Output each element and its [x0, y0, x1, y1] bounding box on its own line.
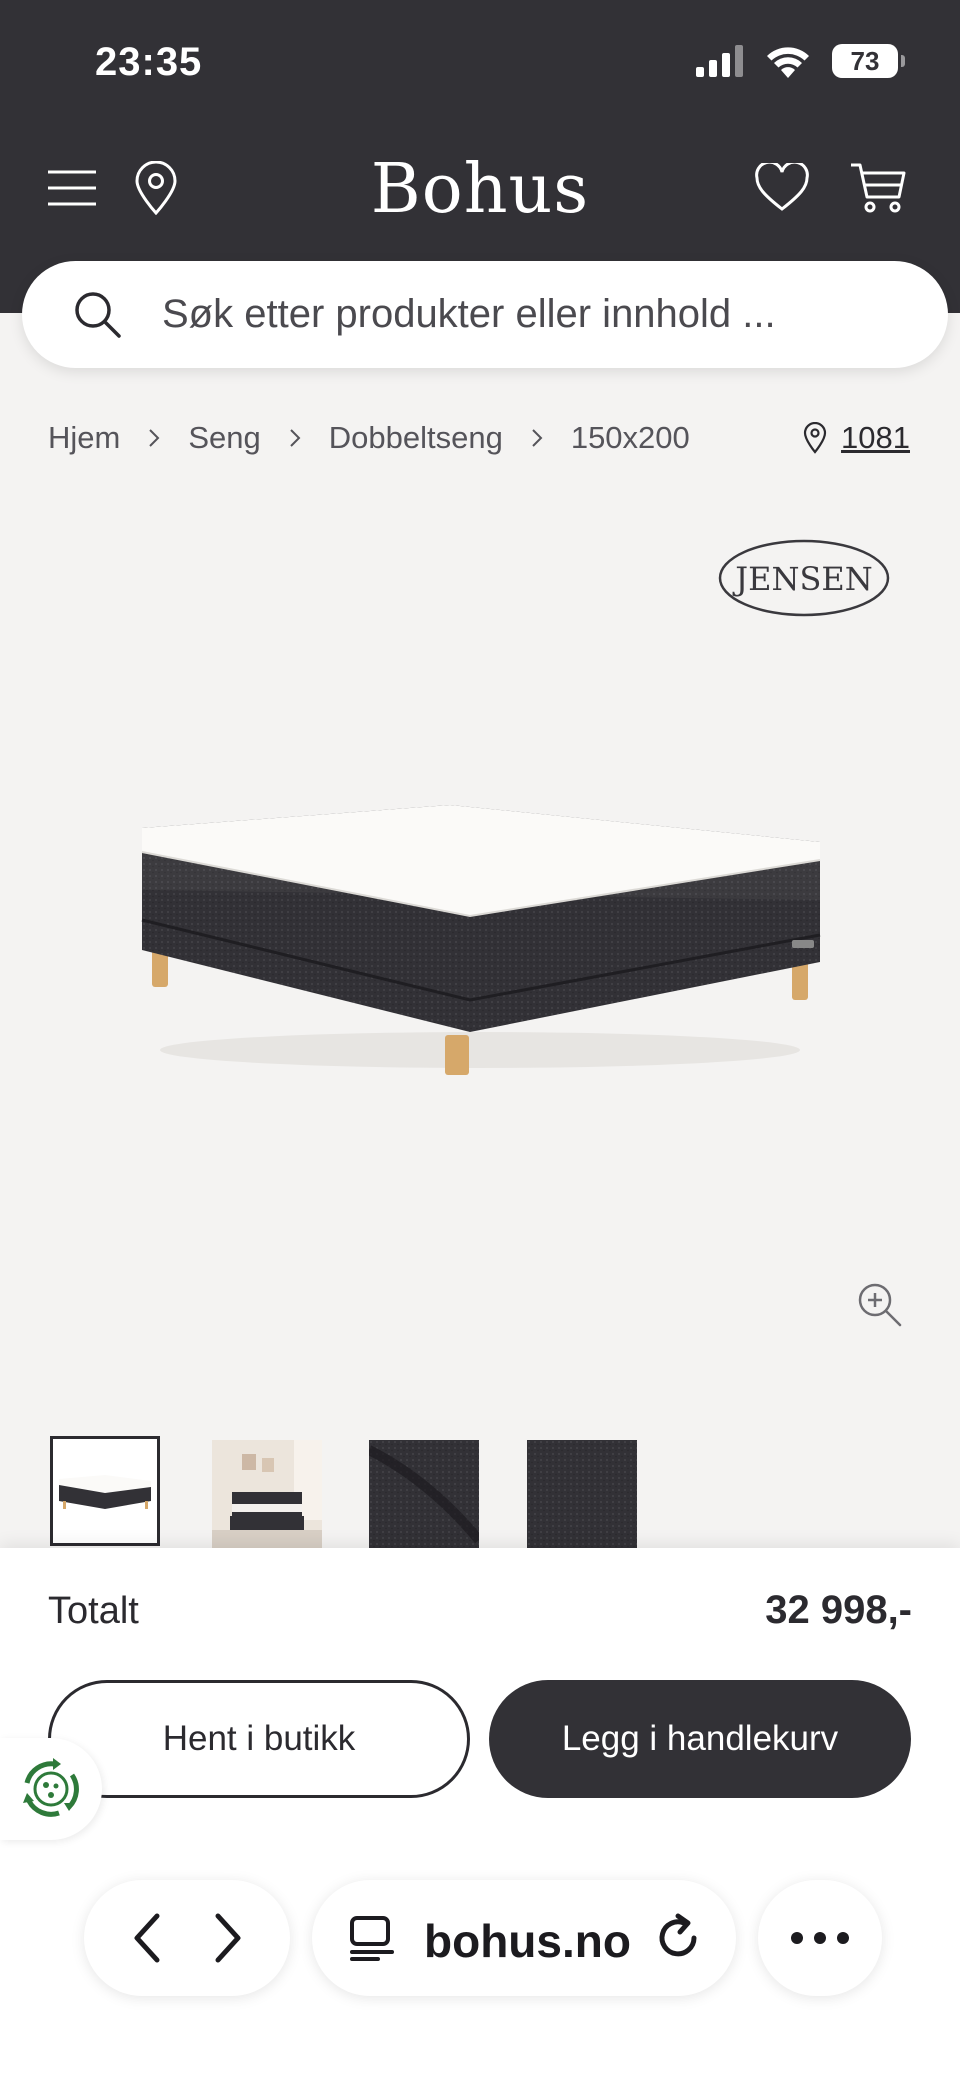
cellular-signal-icon: [696, 45, 743, 77]
breadcrumb-item-size[interactable]: 150x200: [571, 420, 690, 456]
breadcrumb-item-dobbeltseng[interactable]: Dobbeltseng: [329, 420, 503, 456]
thumbnail-2[interactable]: [212, 1440, 322, 1550]
browser-toolbar: bohus.no: [0, 1848, 960, 2078]
recycle-eco-icon: [23, 1758, 79, 1817]
store-number[interactable]: 1081: [841, 420, 910, 456]
search-input[interactable]: [162, 283, 908, 345]
search-icon: [75, 292, 121, 338]
thumbnail-4[interactable]: [527, 1440, 637, 1550]
chevron-right-icon: [147, 427, 161, 449]
wifi-icon: [767, 47, 809, 78]
bohus-logo[interactable]: Bohus: [0, 150, 960, 229]
reload-icon[interactable]: [654, 1912, 704, 1964]
address-bar[interactable]: bohus.no: [312, 1880, 736, 1996]
store-selector[interactable]: 1081: [803, 420, 910, 456]
more-options-button[interactable]: [758, 1880, 882, 1996]
total-label: Totalt: [48, 1590, 139, 1632]
battery-indicator: 73: [832, 44, 905, 78]
status-icons: 73: [696, 44, 905, 78]
brand-name: JENSEN: [732, 560, 872, 598]
thumbnail-1[interactable]: [50, 1436, 160, 1546]
eco-badge[interactable]: [0, 1738, 102, 1840]
zoom-in-icon[interactable]: [855, 1280, 905, 1330]
reader-view-icon[interactable]: [348, 1914, 396, 1962]
location-pin-icon: [803, 422, 827, 454]
url-text[interactable]: bohus.no: [424, 1914, 631, 1968]
shopping-cart-icon: [851, 163, 906, 213]
pickup-in-store-button[interactable]: Hent i butikk: [48, 1680, 470, 1798]
chevron-right-icon: [530, 427, 544, 449]
status-bar: 23:35 73: [0, 0, 960, 120]
total-price: 32 998,-: [765, 1588, 912, 1632]
cart-button[interactable]: [848, 158, 908, 218]
chevron-right-icon: [288, 427, 302, 449]
browser-nav-controls: [84, 1880, 290, 1996]
add-to-cart-button[interactable]: Legg i handlekurv: [489, 1680, 911, 1798]
breadcrumb-item-seng[interactable]: Seng: [188, 420, 260, 456]
breadcrumb-item-home[interactable]: Hjem: [48, 420, 120, 456]
status-time: 23:35: [95, 40, 203, 84]
ellipsis-icon: [791, 1932, 849, 1944]
thumbnail-3[interactable]: [369, 1440, 479, 1550]
heart-icon: [755, 163, 809, 211]
wishlist-button[interactable]: [752, 158, 812, 218]
jensen-brand-logo: JENSEN: [717, 538, 891, 618]
forward-arrow-icon[interactable]: [208, 1910, 248, 1966]
breadcrumb: Hjem Seng Dobbeltseng 150x200: [48, 420, 690, 456]
back-arrow-icon[interactable]: [127, 1910, 167, 1966]
search-bar[interactable]: [22, 261, 948, 368]
product-image[interactable]: [130, 790, 830, 1090]
